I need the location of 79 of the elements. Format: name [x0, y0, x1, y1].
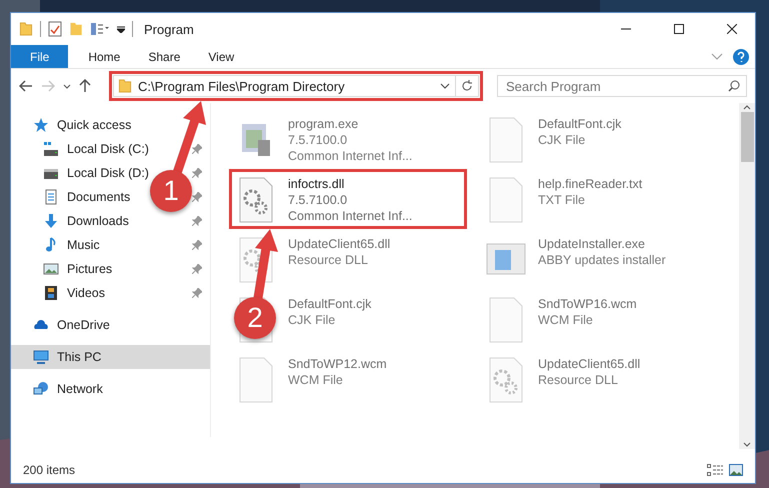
help-icon[interactable]: [733, 48, 749, 64]
file-detail: Resource DLL: [288, 252, 369, 268]
folder-icon: [19, 22, 33, 36]
file-name[interactable]: DefaultFont.cjk: [288, 296, 372, 312]
selected-nav-row[interactable]: This PC: [11, 345, 210, 369]
pin-icon[interactable]: [192, 240, 202, 250]
ribbon-tab[interactable]: Home: [74, 45, 134, 68]
file-name[interactable]: infoctrs.dll: [288, 176, 412, 192]
file-detail: Common Internet Inf...: [288, 208, 412, 224]
customize-caret-icon[interactable]: [117, 25, 125, 33]
up-button[interactable]: [79, 79, 91, 93]
file-name[interactable]: SndToWP16.wcm: [538, 296, 637, 312]
view-options-icon[interactable]: [90, 22, 110, 36]
search-field[interactable]: Search Program: [497, 75, 747, 97]
nav-item[interactable]: Local Disk (C:): [67, 142, 149, 156]
file-name[interactable]: SndToWP12.wcm: [288, 356, 387, 372]
file-detail: CJK File: [538, 132, 586, 148]
details-view-icon[interactable]: [707, 464, 723, 476]
computer-icon: [33, 349, 49, 365]
film-icon: [43, 285, 59, 301]
pin-icon[interactable]: [192, 192, 202, 202]
ribbon-tab[interactable]: View: [194, 45, 248, 68]
nav-item[interactable]: Music: [67, 238, 100, 252]
nav-item[interactable]: Videos: [67, 286, 105, 300]
item-count: 200 items: [23, 463, 76, 477]
nav-item[interactable]: Quick access: [57, 118, 132, 132]
file-detail: WCM File: [288, 372, 344, 388]
file-detail: 7.5.7100.0: [288, 132, 348, 148]
nav-item[interactable]: Pictures: [67, 262, 112, 276]
nav-item[interactable]: Local Disk (D:): [67, 166, 149, 180]
folder-icon: [118, 79, 132, 93]
file-name[interactable]: UpdateClient65.dll: [538, 356, 640, 372]
properties-icon[interactable]: [48, 21, 62, 37]
thumbnail-view-icon[interactable]: [729, 464, 743, 476]
file-name[interactable]: help.fineReader.txt: [538, 176, 642, 192]
maximize-icon[interactable]: [674, 24, 684, 34]
picture-icon: [43, 261, 59, 277]
pin-icon[interactable]: [192, 216, 202, 226]
download-icon: [43, 213, 59, 229]
network-icon: [33, 381, 49, 397]
minimize-icon[interactable]: [621, 28, 631, 30]
file-detail: ABBY updates installer: [538, 252, 666, 268]
file-name[interactable]: UpdateClient65.dll: [288, 236, 390, 252]
file-name[interactable]: program.exe: [288, 116, 412, 132]
address-field[interactable]: C:\Program Files\Program Directory: [113, 75, 479, 97]
nav-item[interactable]: OneDrive: [57, 318, 110, 332]
scroll-up-icon[interactable]: [743, 105, 751, 110]
nav-item[interactable]: Documents: [67, 190, 130, 204]
chevron-down-icon[interactable]: [440, 83, 450, 89]
nav-item[interactable]: This PC: [57, 350, 102, 364]
document-icon: [43, 189, 59, 205]
file-detail: Resource DLL: [538, 372, 619, 388]
file-detail: WCM File: [538, 312, 594, 328]
scroll-thumb[interactable]: [740, 112, 754, 162]
back-button[interactable]: [19, 80, 33, 92]
recent-locations-button[interactable]: [63, 84, 71, 88]
drive-icon: [43, 141, 59, 157]
pin-icon[interactable]: [192, 168, 202, 178]
file-detail: Common Internet Inf...: [288, 148, 412, 164]
file-detail: TXT File: [538, 192, 586, 208]
file-name[interactable]: UpdateInstaller.exe: [538, 236, 666, 252]
pin-icon[interactable]: [192, 264, 202, 274]
star-icon: [33, 117, 49, 133]
close-icon[interactable]: [727, 24, 737, 34]
pin-icon[interactable]: [192, 144, 202, 154]
scrollbar[interactable]: [739, 103, 755, 449]
ribbon-tab[interactable]: Share: [134, 45, 194, 68]
refresh-icon[interactable]: [461, 80, 473, 92]
nav-item[interactable]: Network: [57, 382, 103, 396]
pin-icon[interactable]: [192, 288, 202, 298]
window-title: Program: [144, 22, 195, 36]
scroll-down-icon[interactable]: [743, 442, 751, 447]
file-detail: CJK File: [288, 312, 336, 328]
address-path: C:\Program Files\Program Directory: [138, 78, 346, 94]
file-name[interactable]: DefaultFont.cjk: [538, 116, 622, 132]
nav-item[interactable]: Downloads: [67, 214, 129, 228]
file-detail: 7.5.7100.0: [288, 192, 348, 208]
search-icon: [728, 80, 740, 92]
file-menu-tab[interactable]: File: [11, 45, 68, 68]
